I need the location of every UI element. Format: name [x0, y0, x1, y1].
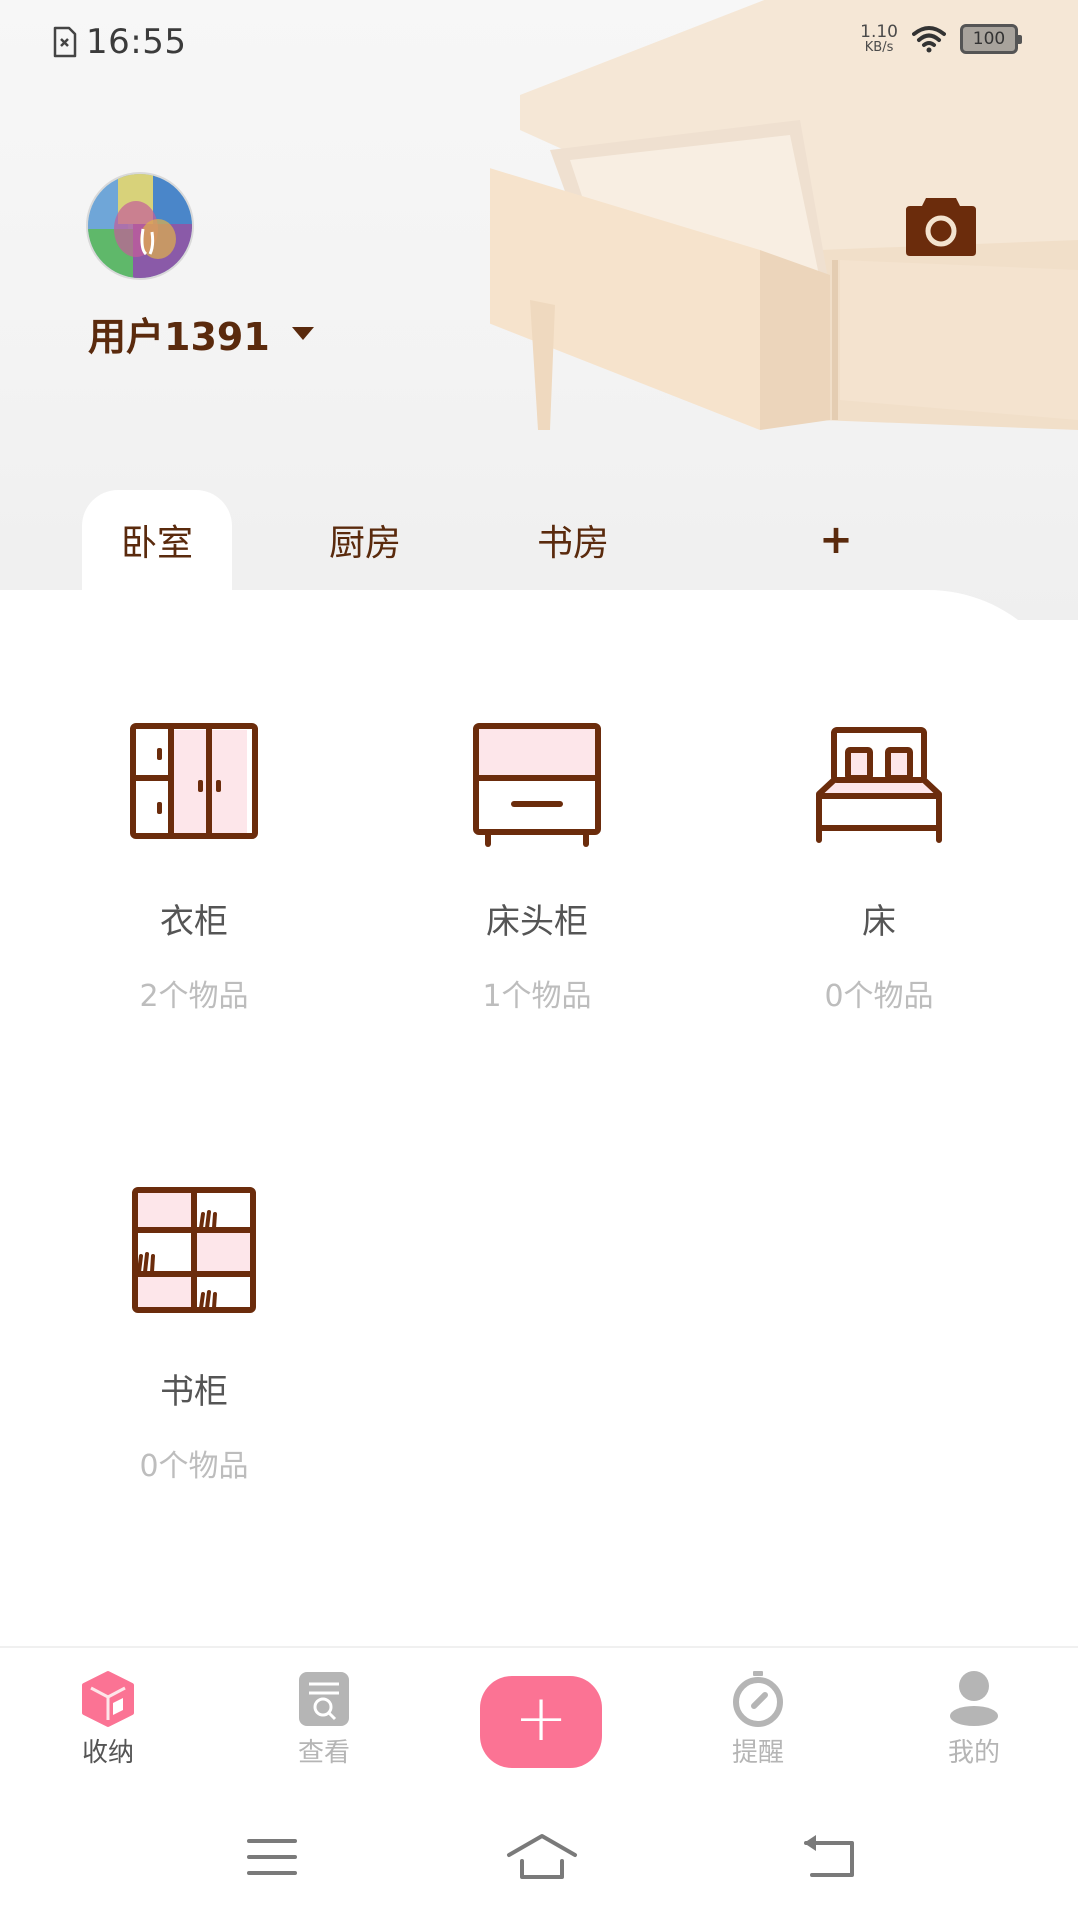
bookshelf-icon	[132, 1187, 256, 1313]
wifi-icon	[912, 26, 946, 53]
add-room-button[interactable]: +	[806, 510, 866, 570]
plus-icon: +	[819, 517, 853, 563]
furniture-name: 床头柜	[486, 902, 588, 942]
room-tabs: 卧室 厨房 书房 +	[0, 490, 1078, 590]
camera-button[interactable]	[904, 194, 978, 258]
bottom-nav: 收纳 查看 + 提醒 我的	[0, 1646, 1078, 1786]
tab-label: 书房	[536, 523, 609, 564]
system-nav-bar	[0, 1790, 1078, 1918]
avatar-image	[88, 174, 192, 278]
tab-kitchen[interactable]: 厨房	[290, 490, 440, 590]
nav-reminder[interactable]: 提醒	[698, 1670, 818, 1769]
box-icon	[82, 1671, 134, 1727]
net-speed-unit: KB/s	[864, 40, 894, 55]
search-list-icon	[299, 1672, 349, 1726]
status-bar: 16:55 1.10 KB/s 100	[0, 0, 1078, 86]
nav-label: 查看	[297, 1738, 350, 1768]
furniture-count: 0个物品	[824, 979, 934, 1014]
furniture-name: 书柜	[160, 1372, 228, 1412]
tab-bedroom[interactable]: 卧室	[82, 490, 232, 590]
furniture-item-bed[interactable]: 床 0个物品	[729, 690, 1029, 1015]
nav-label: 提醒	[731, 1738, 784, 1768]
nav-label: 收纳	[81, 1738, 134, 1768]
furniture-name: 衣柜	[160, 902, 228, 942]
nav-label: 我的	[947, 1738, 1000, 1768]
furniture-item-wardrobe[interactable]: 衣柜 2个物品	[44, 690, 344, 1015]
plus-icon: +	[514, 1682, 568, 1756]
net-speed-value: 1.10	[860, 22, 898, 42]
menu-icon	[247, 1839, 297, 1875]
furniture-name: 床	[862, 902, 896, 942]
nav-profile[interactable]: 我的	[914, 1670, 1034, 1769]
furniture-item-nightstand[interactable]: 床头柜 1个物品	[387, 690, 687, 1015]
timer-icon	[733, 1671, 783, 1727]
furniture-count: 1个物品	[482, 979, 592, 1014]
wardrobe-icon	[130, 723, 258, 839]
furniture-count: 2个物品	[139, 979, 249, 1014]
home-button[interactable]	[502, 1822, 582, 1892]
nav-view[interactable]: 查看	[264, 1670, 384, 1769]
caret-down-icon	[291, 327, 314, 340]
user-switcher[interactable]: 用户1391	[88, 306, 314, 361]
avatar[interactable]	[86, 172, 194, 280]
camera-icon	[906, 198, 976, 256]
tab-study[interactable]: 书房	[498, 490, 648, 590]
back-icon	[804, 1835, 854, 1877]
status-time: 16:55	[86, 22, 187, 62]
user-name: 用户1391	[88, 315, 270, 359]
nightstand-icon	[473, 723, 601, 847]
battery-level: 100	[972, 29, 1006, 49]
furniture-count: 0个物品	[139, 1449, 249, 1484]
tab-label: 厨房	[328, 523, 401, 564]
tab-label: 卧室	[120, 523, 193, 564]
network-speed: 1.10 KB/s	[860, 22, 898, 55]
nav-storage[interactable]: 收纳	[48, 1670, 168, 1769]
back-button[interactable]	[790, 1822, 870, 1892]
no-sim-icon	[53, 26, 77, 58]
battery-indicator: 100	[960, 24, 1022, 54]
menu-button[interactable]	[232, 1822, 312, 1892]
add-item-button[interactable]: +	[480, 1676, 602, 1768]
bed-icon	[816, 727, 942, 843]
furniture-item-bookshelf[interactable]: 书柜 0个物品	[44, 1160, 344, 1485]
home-icon	[507, 1834, 577, 1879]
user-icon	[950, 1671, 998, 1726]
